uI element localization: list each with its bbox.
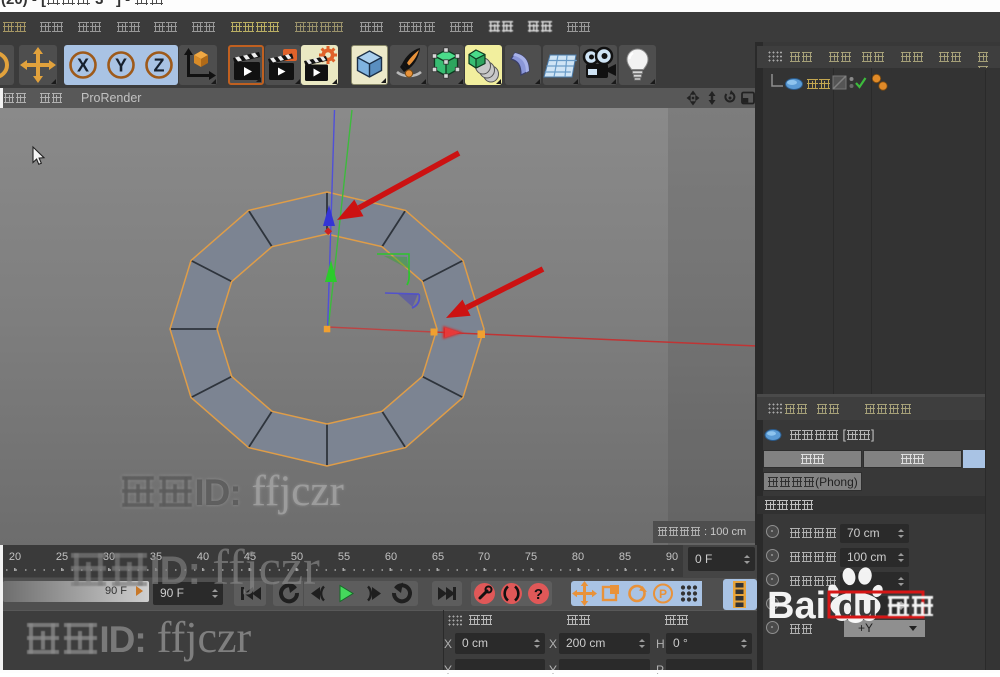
svg-text:P: P [659, 587, 667, 601]
svg-text:Y: Y [115, 56, 127, 76]
svg-text:Bai: Bai [767, 585, 826, 627]
svg-text:Z: Z [154, 56, 165, 76]
svg-text:X: X [77, 56, 89, 76]
svg-text:?: ? [534, 586, 543, 603]
